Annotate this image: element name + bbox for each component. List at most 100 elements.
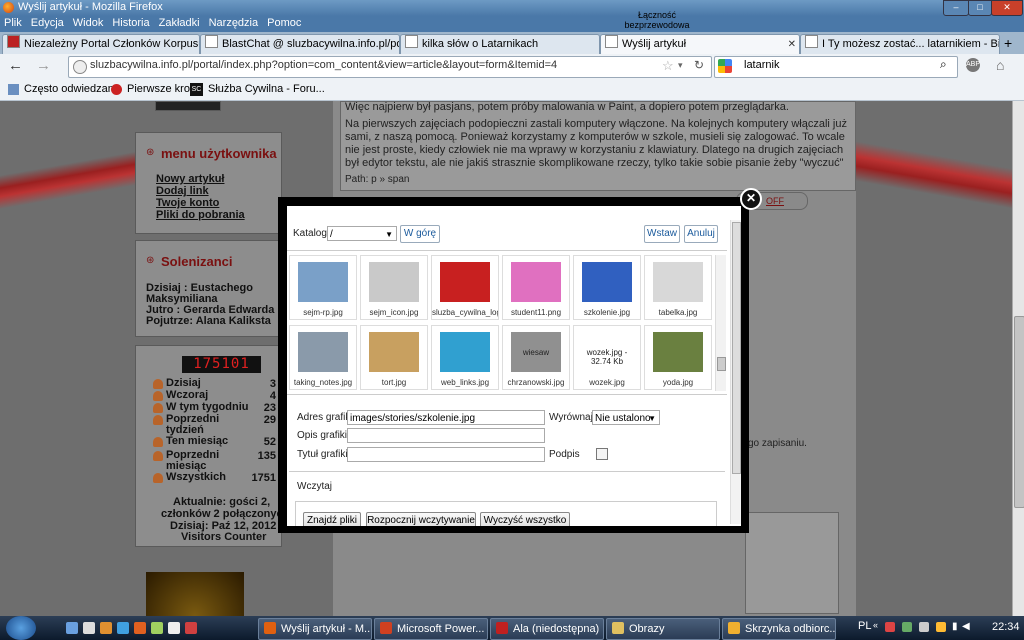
explorer-icon[interactable] — [83, 622, 95, 634]
sidebar-button[interactable] — [155, 101, 221, 111]
taskbar-item[interactable]: Ala (niedostępna) — [490, 618, 604, 640]
modal-scroll-thumb[interactable] — [732, 222, 741, 474]
editor-paragraph: Więc najpierw był pasjans, potem próby m… — [345, 101, 789, 113]
tab-portal[interactable]: Niezależny Portal Członków Korpusu ... — [2, 34, 200, 54]
menu-help[interactable]: Pomoc — [263, 16, 306, 29]
tab-latarnicy[interactable]: kilka słów o Latarnikach — [400, 34, 600, 54]
menu-tools[interactable]: Narzędzia — [205, 16, 264, 29]
person-icon — [153, 437, 163, 447]
google-icon[interactable] — [718, 59, 732, 73]
tray-icon[interactable] — [885, 622, 895, 632]
up-button[interactable]: W górę — [400, 225, 440, 243]
taskbar-item[interactable]: Skrzynka odbiorc... — [722, 618, 836, 640]
site-identity-icon[interactable] — [73, 60, 87, 74]
image-thumbnail[interactable]: student11.png — [502, 255, 570, 320]
image-url-input[interactable]: images/stories/szkolenie.jpg — [347, 410, 545, 425]
new-article-link[interactable]: Nowy artykuł — [156, 173, 224, 185]
image-thumbnail[interactable]: wiesaw chrzanowski.jpg — [502, 325, 570, 390]
back-button[interactable]: ← — [8, 57, 23, 74]
image-thumbnail[interactable]: wozek.jpg - 32.74 Kb wozek.jpg — [573, 325, 641, 390]
image-thumbnail[interactable]: tabelka.jpg — [644, 255, 712, 320]
image-thumbnail[interactable]: sejm-rp.jpg — [289, 255, 357, 320]
clock[interactable]: 22:34 — [992, 621, 1020, 633]
caption-checkbox[interactable] — [596, 448, 608, 460]
clear-all-button[interactable]: Wyczyść wszystko — [480, 512, 570, 526]
volume-icon[interactable]: ◀ — [962, 621, 970, 632]
network-icon[interactable]: ▮ — [952, 621, 958, 632]
downloads-link[interactable]: Pliki do pobrania — [156, 209, 245, 221]
firefox-icon[interactable] — [134, 622, 146, 634]
menu-history[interactable]: Historia — [108, 16, 154, 29]
search-icon[interactable]: ⌕ — [940, 57, 947, 72]
close-button[interactable]: ✕ — [991, 0, 1023, 16]
bookmark-star-icon[interactable]: ☆ — [662, 58, 674, 74]
stat-value: 3 — [269, 378, 276, 390]
image-thumbnail[interactable]: tort.jpg — [360, 325, 428, 390]
forward-button[interactable]: → — [36, 57, 51, 74]
media-icon[interactable] — [151, 622, 163, 634]
home-icon[interactable]: ⌂ — [996, 57, 1004, 73]
app-icon[interactable] — [185, 622, 197, 634]
chevron-icon[interactable]: « — [873, 620, 878, 630]
new-tab-button[interactable]: + — [1004, 35, 1012, 51]
image-desc-input[interactable] — [347, 428, 545, 443]
tray-icon[interactable] — [936, 622, 946, 632]
start-button[interactable] — [6, 616, 36, 640]
page-icon — [605, 35, 618, 48]
bookmark-sluzba-cywilna[interactable]: Służba Cywilna - Foru... — [208, 83, 325, 95]
bookmark-pierwsze-kroki[interactable]: Pierwsze kroki — [127, 83, 198, 95]
catalog-select[interactable]: / ▼ — [327, 226, 397, 241]
toggle-off-label[interactable]: OFF — [766, 196, 784, 206]
reload-icon[interactable]: ↻ — [694, 58, 704, 72]
image-thumbnail[interactable]: taking_notes.jpg — [289, 325, 357, 390]
image-thumbnail[interactable]: yoda.jpg — [644, 325, 712, 390]
scrollbar-thumb[interactable] — [1014, 316, 1024, 508]
page-scrollbar[interactable] — [1012, 101, 1024, 616]
tray-icon[interactable] — [919, 622, 929, 632]
minimize-button[interactable]: – — [943, 0, 969, 16]
image-title-input[interactable] — [347, 447, 545, 462]
menu-view[interactable]: Widok — [69, 16, 109, 29]
image-thumbnail[interactable]: szkolenie.jpg — [573, 255, 641, 320]
taskbar-label: Obrazy — [629, 623, 665, 635]
thumbnail-image — [298, 262, 348, 302]
align-select[interactable]: Nie ustalono ▼ — [592, 410, 660, 425]
maximize-button[interactable]: □ — [968, 0, 992, 16]
tab-blastchat[interactable]: BlastChat @ sluzbacywilna.info.pl/po... — [200, 34, 400, 54]
image-thumbnail[interactable]: web_links.jpg — [431, 325, 499, 390]
language-indicator[interactable]: PL — [858, 620, 871, 632]
menu-bookmarks[interactable]: Zakładki — [155, 16, 205, 29]
folder-icon[interactable] — [100, 622, 112, 634]
start-upload-button[interactable]: Rozpocznij wczytywanie — [366, 512, 476, 526]
image-thumbnail[interactable]: sluzba_cywilna_log... — [431, 255, 499, 320]
adblock-icon[interactable]: ABP — [966, 58, 980, 72]
ie-icon[interactable] — [117, 622, 129, 634]
paint-icon[interactable] — [168, 622, 180, 634]
app-icon — [728, 622, 740, 634]
browse-files-button[interactable]: Znajdź pliki — [303, 512, 361, 526]
taskbar-item[interactable]: Microsoft Power... — [374, 618, 488, 640]
menu-edit[interactable]: Edycja — [27, 16, 69, 29]
tab-wyslij-artykul[interactable]: Wyślij artykuł ✕ — [600, 34, 800, 54]
image-thumbnail[interactable]: sejm_icon.jpg — [360, 255, 428, 320]
insert-button[interactable]: Wstaw — [644, 225, 680, 243]
thumbnail-image — [440, 262, 490, 302]
taskbar-item[interactable]: Wyślij artykuł - M... — [258, 618, 372, 640]
tab-label: I Ty możesz zostać... latarnikiem - Bis.… — [822, 38, 1000, 50]
close-tab-icon[interactable]: ✕ — [788, 35, 796, 54]
thumbnail-scrollbar[interactable] — [715, 255, 726, 391]
tray-icon[interactable] — [902, 622, 912, 632]
taskbar-item[interactable]: Obrazy — [606, 618, 720, 640]
thumbnail-caption: wozek.jpg — [589, 378, 625, 387]
modal-close-button[interactable]: ✕ — [740, 188, 762, 210]
url-dropdown-icon[interactable]: ▾ — [678, 60, 683, 71]
account-link[interactable]: Twoje konto — [156, 197, 219, 209]
menu-file[interactable]: Plik — [0, 16, 27, 29]
cancel-button[interactable]: Anuluj — [684, 225, 718, 243]
tab-latarnikiem[interactable]: I Ty możesz zostać... latarnikiem - Bis.… — [800, 34, 1000, 54]
modal-scrollbar[interactable] — [730, 220, 741, 524]
bookmark-czesto[interactable]: Często odwiedzane — [24, 83, 120, 95]
thumbnail-scroll-thumb[interactable] — [717, 357, 726, 371]
add-link-link[interactable]: Dodaj link — [156, 185, 209, 197]
desktop-icon[interactable] — [66, 622, 78, 634]
